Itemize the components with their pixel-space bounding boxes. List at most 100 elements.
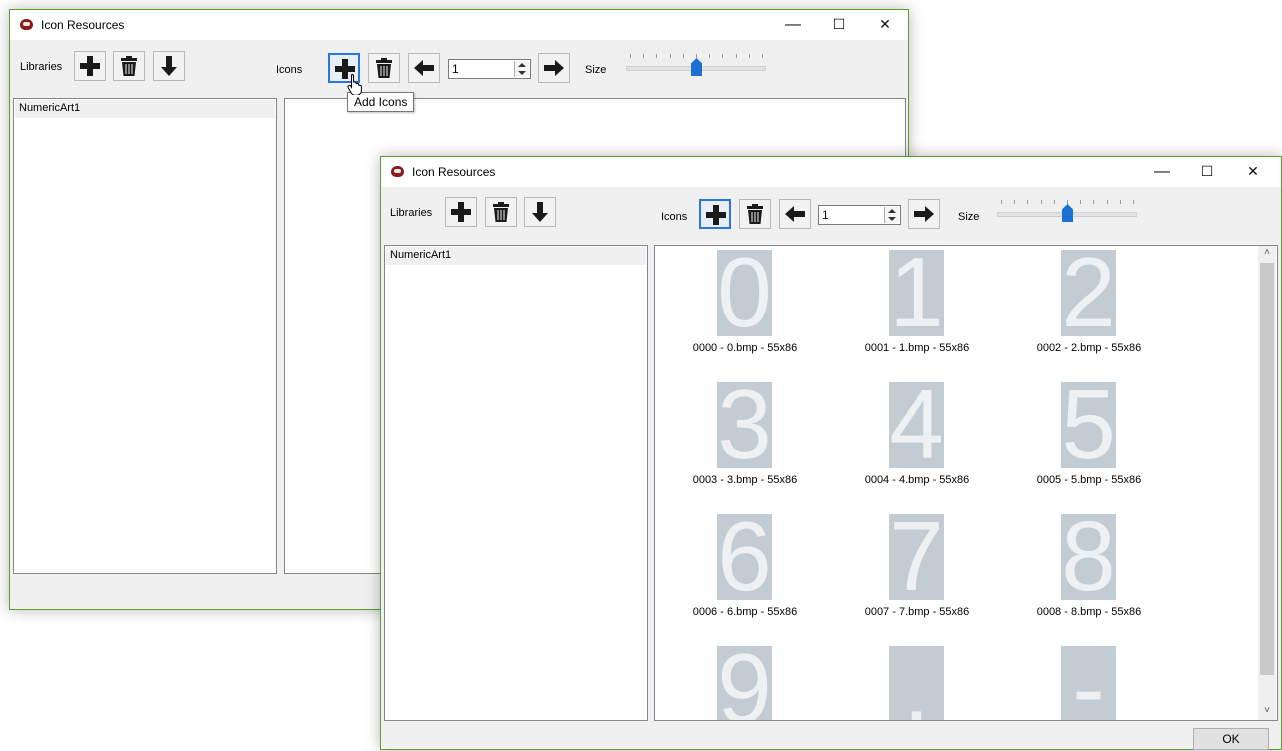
icon-caption: 0008 - 8.bmp - 55x86 [1036, 606, 1142, 618]
icon-item[interactable]: 3 0003 - 3.bmp - 55x86 [675, 380, 815, 504]
icon-glyph: - [1072, 646, 1105, 721]
slider-tick [1080, 200, 1082, 204]
icon-caption: 0007 - 7.bmp - 55x86 [864, 606, 970, 618]
icon-item[interactable]: - [1019, 644, 1159, 721]
icon-thumbnail: 5 [1061, 382, 1116, 468]
slider-tick [1027, 200, 1029, 204]
arrow-left-icon [785, 206, 805, 222]
vertical-scrollbar[interactable]: ˄ ˅ [1258, 246, 1276, 720]
minimize-button[interactable]: — [1139, 157, 1185, 187]
arrow-right-icon [544, 60, 564, 76]
slider-thumb[interactable] [691, 58, 702, 76]
icon-item[interactable]: 2 0002 - 2.bmp - 55x86 [1019, 248, 1159, 372]
slider-tick [682, 54, 684, 58]
mouse-cursor-icon [347, 73, 362, 95]
trash-icon [493, 202, 509, 222]
size-label: Size [958, 211, 980, 223]
libraries-label: Libraries [20, 61, 63, 73]
page-number-value: 1 [452, 62, 459, 76]
title-bar[interactable]: Icon Resources — ☐ ✕ [381, 157, 1281, 187]
window-title: Icon Resources [41, 18, 125, 32]
icons-panel[interactable]: 0 0000 - 0.bmp - 55x86 1 0001 - 1.bmp - 55x… [654, 245, 1278, 721]
export-library-button[interactable] [153, 51, 185, 81]
slider-ticks [630, 54, 763, 58]
maximize-button[interactable]: ☐ [816, 10, 862, 40]
page-number-value: 1 [822, 208, 829, 222]
icon-item[interactable]: 4 0004 - 4.bmp - 55x86 [847, 380, 987, 504]
icon-item[interactable]: 1 0001 - 1.bmp - 55x86 [847, 248, 987, 372]
icon-item[interactable]: . [847, 644, 987, 721]
icon-item[interactable]: 0 0000 - 0.bmp - 55x86 [675, 248, 815, 372]
icon-caption: 0003 - 3.bmp - 55x86 [692, 474, 798, 486]
libraries-list[interactable]: NumericArt1 [384, 245, 648, 721]
size-slider[interactable] [626, 52, 766, 78]
icon-item[interactable]: 6 0006 - 6.bmp - 55x86 [675, 512, 815, 636]
stepper-arrows[interactable] [884, 207, 899, 223]
icons-label: Icons [276, 64, 303, 76]
minimize-button[interactable]: — [770, 10, 816, 40]
scroll-up-icon[interactable]: ˄ [1258, 246, 1276, 260]
page-number-stepper[interactable]: 1 [818, 205, 901, 225]
list-item[interactable]: NumericArt1 [386, 247, 646, 265]
slider-ticks [1001, 200, 1134, 204]
icon-item[interactable]: 8 0008 - 8.bmp - 55x86 [1019, 512, 1159, 636]
title-bar[interactable]: Icon Resources — ☐ ✕ [10, 10, 908, 40]
delete-library-button[interactable] [113, 51, 145, 81]
scrollbar-thumb[interactable] [1260, 263, 1274, 675]
icon-glyph: 2 [1061, 250, 1116, 336]
slider-tick [1106, 200, 1108, 204]
export-library-button[interactable] [524, 197, 556, 227]
maximize-button[interactable]: ☐ [1184, 157, 1230, 187]
icon-thumbnail: 9 [717, 646, 772, 720]
icon-item[interactable]: 9 [675, 644, 815, 720]
icon-thumbnail: 2 [1061, 250, 1116, 336]
size-slider[interactable] [997, 198, 1137, 224]
next-page-button[interactable] [538, 53, 570, 83]
ok-button[interactable]: OK [1193, 728, 1269, 750]
delete-library-button[interactable] [485, 197, 517, 227]
next-page-button[interactable] [908, 199, 940, 229]
icon-thumbnail: . [889, 646, 944, 721]
icon-thumbnail: 4 [889, 382, 944, 468]
trash-icon [121, 56, 137, 76]
add-library-button[interactable] [74, 51, 106, 81]
icon-thumbnail: 3 [717, 382, 772, 468]
plus-icon [80, 56, 100, 76]
icon-caption: 0002 - 2.bmp - 55x86 [1036, 342, 1142, 354]
list-item[interactable]: NumericArt1 [15, 100, 275, 118]
slider-thumb[interactable] [1062, 204, 1073, 222]
icon-thumbnail: 7 [889, 514, 944, 600]
scroll-down-icon[interactable]: ˅ [1258, 704, 1276, 718]
libraries-list[interactable]: NumericArt1 [13, 98, 277, 574]
slider-tick [669, 54, 671, 58]
slider-tick [696, 54, 697, 58]
arrow-down-icon [532, 202, 548, 222]
icon-glyph: 8 [1061, 514, 1116, 600]
stepper-arrows[interactable] [514, 61, 529, 77]
add-icons-button[interactable] [699, 199, 731, 229]
previous-page-button[interactable] [408, 53, 440, 83]
app-icon [20, 19, 33, 30]
delete-icons-button[interactable] [368, 53, 400, 83]
page-number-stepper[interactable]: 1 [448, 59, 531, 79]
icon-glyph: . [902, 646, 931, 721]
window-title: Icon Resources [412, 165, 496, 179]
slider-tick [709, 54, 711, 58]
slider-tick [630, 54, 631, 58]
icon-thumbnail: 0 [717, 250, 772, 336]
front-window: Icon Resources — ☐ ✕ Libraries Icons 1 S… [380, 156, 1282, 750]
add-library-button[interactable] [445, 197, 477, 227]
icon-thumbnail: 1 [889, 250, 944, 336]
slider-tick [643, 54, 645, 58]
icon-glyph: 6 [717, 514, 772, 600]
libraries-label: Libraries [390, 207, 433, 219]
slider-tick [1001, 200, 1002, 204]
icon-glyph: 7 [889, 514, 944, 600]
previous-page-button[interactable] [779, 199, 811, 229]
close-button[interactable]: ✕ [862, 10, 908, 40]
icon-item[interactable]: 5 0005 - 5.bmp - 55x86 [1019, 380, 1159, 504]
close-button[interactable]: ✕ [1230, 157, 1276, 187]
icon-caption: 0000 - 0.bmp - 55x86 [692, 342, 798, 354]
delete-icons-button[interactable] [739, 199, 771, 229]
icon-item[interactable]: 7 0007 - 7.bmp - 55x86 [847, 512, 987, 636]
